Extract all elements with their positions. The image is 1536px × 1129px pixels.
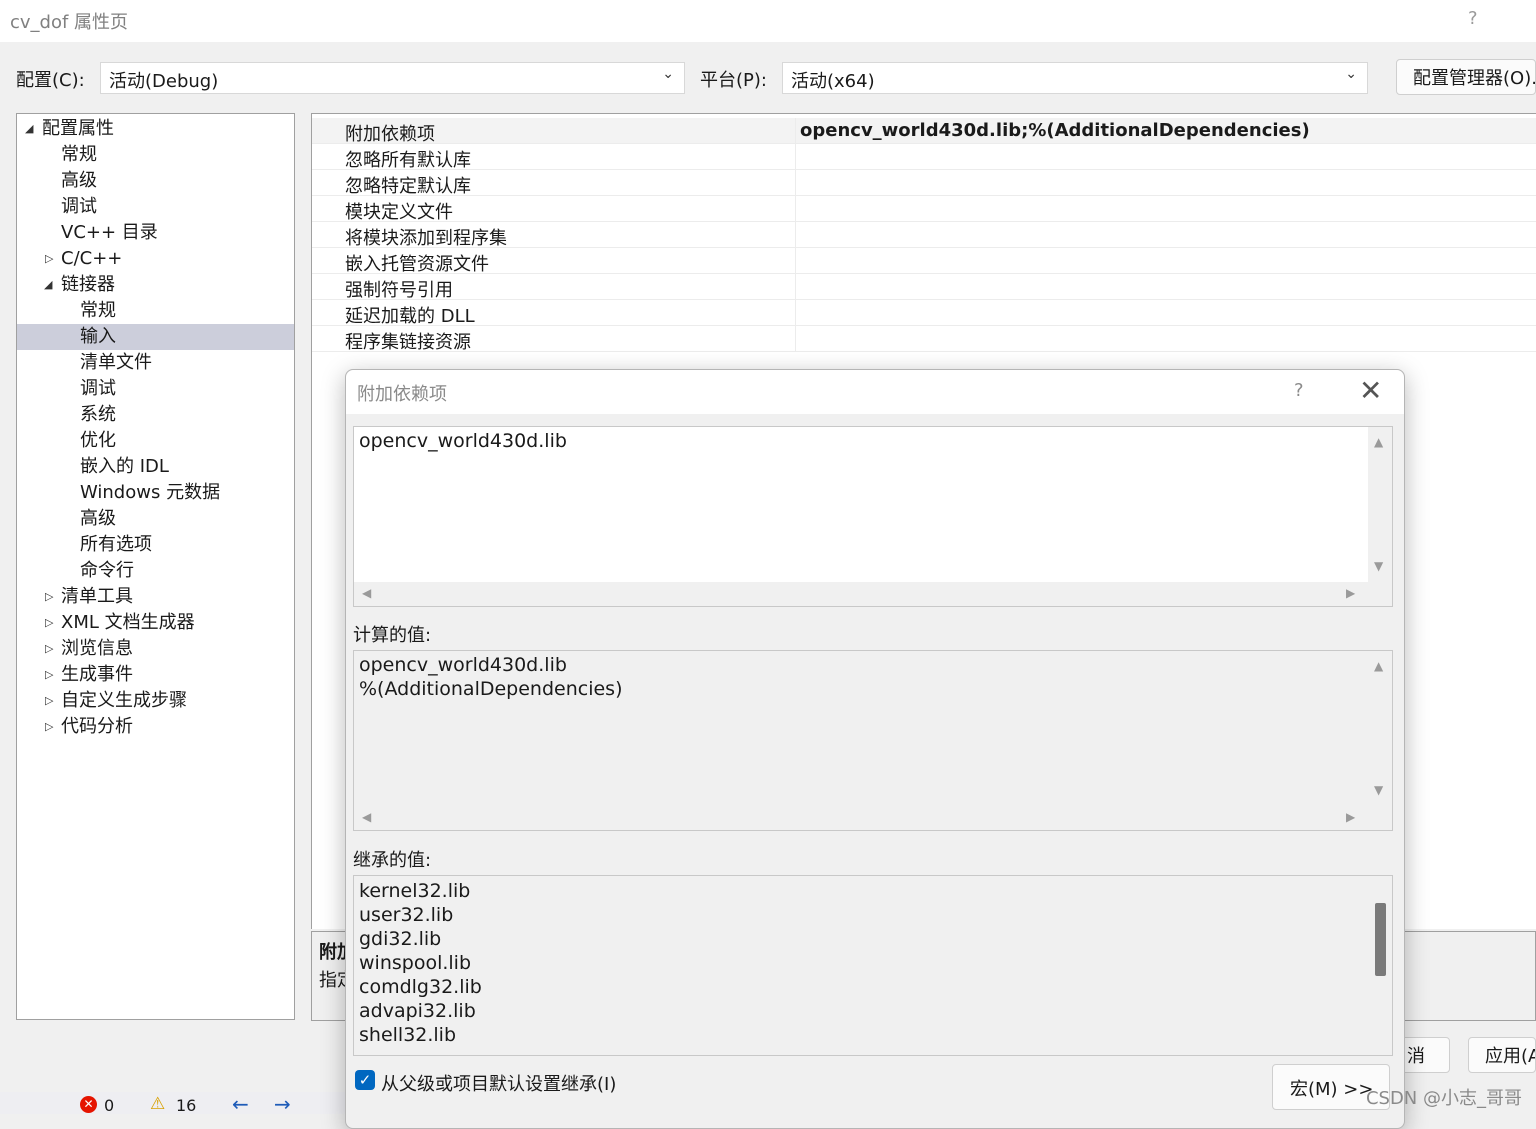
tree-item-linker-command-line[interactable]: 命令行 [17, 558, 294, 584]
config-value: 活动(Debug) [109, 71, 219, 92]
collapsed-arrow-icon[interactable]: ▷ [45, 662, 53, 688]
scroll-up-icon[interactable]: ▲ [1374, 659, 1383, 673]
inherit-checkbox-label[interactable]: 从父级或项目默认设置继承(I) [381, 1070, 616, 1096]
tree-item-xml-doc-generator[interactable]: ▷ XML 文档生成器 [17, 610, 294, 636]
tree-item-linker-general[interactable]: 常规 [17, 298, 294, 324]
scroll-right-icon[interactable]: ▶ [1346, 586, 1355, 600]
inherited-text: kernel32.lib user32.lib gdi32.lib winspo… [359, 880, 482, 1046]
vertical-scrollbar[interactable]: ▲ ▼ [1368, 651, 1392, 806]
tree-item-linker-embedded-idl[interactable]: 嵌入的 IDL [17, 454, 294, 480]
scroll-right-icon[interactable]: ▶ [1346, 810, 1355, 824]
inherited-values-box: kernel32.lib user32.lib gdi32.lib winspo… [353, 875, 1393, 1056]
tree-item-linker-optimization[interactable]: 优化 [17, 428, 294, 454]
help-icon[interactable]: ? [1468, 8, 1478, 29]
computed-values-label: 计算的值: [353, 625, 432, 646]
collapsed-arrow-icon[interactable]: ▷ [45, 610, 53, 636]
scroll-down-icon[interactable]: ▼ [1374, 783, 1383, 797]
tree-item-manifest-tool[interactable]: ▷ 清单工具 [17, 584, 294, 610]
collapsed-arrow-icon[interactable]: ▷ [45, 584, 53, 610]
scroll-left-icon[interactable]: ◀ [362, 810, 371, 824]
property-row[interactable]: 将模块添加到程序集 [312, 222, 1536, 249]
tree-item-linker-manifest[interactable]: 清单文件 [17, 350, 294, 376]
tree-item-general[interactable]: 常规 [17, 142, 294, 168]
help-icon[interactable]: ? [1294, 380, 1304, 401]
dialog-title: 附加依赖项 [357, 384, 447, 405]
chevron-down-icon: ⌄ [1345, 66, 1357, 82]
config-label: 配置(C): [16, 70, 85, 91]
expanded-arrow-icon[interactable]: ◢ [44, 272, 52, 298]
scroll-down-icon[interactable]: ▼ [1374, 559, 1383, 573]
collapsed-arrow-icon[interactable]: ▷ [45, 246, 53, 272]
apply-button[interactable]: 应用(A [1468, 1037, 1536, 1073]
tree-item-config-properties[interactable]: ◢ 配置属性 [17, 116, 294, 142]
property-row[interactable]: 忽略所有默认库 [312, 144, 1536, 171]
horizontal-scrollbar[interactable]: ◀ ▶ [354, 806, 1392, 830]
edit-text[interactable]: opencv_world430d.lib [359, 429, 567, 453]
tree-item-build-events[interactable]: ▷ 生成事件 [17, 662, 294, 688]
tree-item-debugging[interactable]: 调试 [17, 194, 294, 220]
property-row[interactable]: 附加依赖项 opencv_world430d.lib;%(AdditionalD… [312, 118, 1536, 145]
tree-item-code-analysis[interactable]: ▷ 代码分析 [17, 714, 294, 740]
tree-item-linker-system[interactable]: 系统 [17, 402, 294, 428]
scroll-left-icon[interactable]: ◀ [362, 586, 371, 600]
additional-dependencies-dialog: 附加依赖项 ? ✕ opencv_world430d.lib ▲ ▼ ◀ ▶ 计… [345, 369, 1405, 1129]
status-bar: ✕ 0 ⚠ 16 ← → [0, 1092, 346, 1116]
tree-item-linker-input[interactable]: 输入 [17, 324, 294, 350]
tree-item-linker[interactable]: ◢ 链接器 [17, 272, 294, 298]
error-count[interactable]: 0 [104, 1096, 114, 1115]
tree-item-c-cpp[interactable]: ▷ C/C++ [17, 246, 294, 272]
platform-dropdown[interactable]: 活动(x64) ⌄ [782, 62, 1368, 94]
collapsed-arrow-icon[interactable]: ▷ [45, 688, 53, 714]
horizontal-scrollbar[interactable]: ◀ ▶ [354, 582, 1392, 606]
property-tree[interactable]: ◢ 配置属性 常规 高级 调试 VC++ 目录 ▷ C/C++ ◢ 链接器 常规… [16, 113, 295, 1020]
platform-label: 平台(P): [700, 70, 767, 91]
tree-item-advanced[interactable]: 高级 [17, 168, 294, 194]
dialog-title-bar: 附加依赖项 ? ✕ [346, 370, 1404, 414]
tree-item-linker-all-options[interactable]: 所有选项 [17, 532, 294, 558]
tree-item-browse-info[interactable]: ▷ 浏览信息 [17, 636, 294, 662]
watermark: CSDN @小志_哥哥 [1365, 1088, 1522, 1109]
dependencies-edit-box[interactable]: opencv_world430d.lib ▲ ▼ ◀ ▶ [353, 426, 1393, 607]
warning-icon: ⚠ [150, 1094, 166, 1114]
property-row[interactable]: 嵌入托管资源文件 [312, 248, 1536, 275]
back-arrow-icon[interactable]: ← [232, 1092, 249, 1116]
warning-count[interactable]: 16 [176, 1096, 196, 1115]
tree-item-linker-windows-metadata[interactable]: Windows 元数据 [17, 480, 294, 506]
config-dropdown[interactable]: 活动(Debug) ⌄ [100, 62, 685, 94]
property-row[interactable]: 程序集链接资源 [312, 326, 1536, 353]
collapsed-arrow-icon[interactable]: ▷ [45, 714, 53, 740]
tree-item-custom-build-step[interactable]: ▷ 自定义生成步骤 [17, 688, 294, 714]
inherit-checkbox[interactable]: ✓ [355, 1070, 375, 1090]
forward-arrow-icon[interactable]: → [274, 1092, 291, 1116]
property-row[interactable]: 忽略特定默认库 [312, 170, 1536, 197]
tree-item-linker-debugging[interactable]: 调试 [17, 376, 294, 402]
collapsed-arrow-icon[interactable]: ▷ [45, 636, 53, 662]
property-row[interactable]: 强制符号引用 [312, 274, 1536, 301]
platform-value: 活动(x64) [791, 71, 875, 92]
scroll-up-icon[interactable]: ▲ [1374, 435, 1383, 449]
tree-item-linker-advanced[interactable]: 高级 [17, 506, 294, 532]
expanded-arrow-icon[interactable]: ◢ [25, 116, 33, 142]
chevron-down-icon: ⌄ [662, 66, 674, 82]
computed-text: opencv_world430d.lib %(AdditionalDepende… [359, 654, 623, 700]
config-manager-button[interactable]: 配置管理器(O)... [1396, 59, 1536, 95]
window-title: cv_dof 属性页 [10, 12, 129, 33]
scrollbar-thumb[interactable] [1375, 903, 1386, 976]
vertical-scrollbar[interactable]: ▲ ▼ [1368, 427, 1392, 582]
property-row[interactable]: 模块定义文件 [312, 196, 1536, 223]
inherited-values-label: 继承的值: [353, 850, 432, 871]
error-icon: ✕ [80, 1096, 97, 1113]
tree-item-vc-directories[interactable]: VC++ 目录 [17, 220, 294, 246]
close-icon[interactable]: ✕ [1359, 374, 1382, 407]
window-title-bar: cv_dof 属性页 ? [0, 0, 1536, 42]
property-row[interactable]: 延迟加载的 DLL [312, 300, 1536, 327]
computed-values-box: opencv_world430d.lib %(AdditionalDepende… [353, 650, 1393, 831]
vertical-scrollbar[interactable] [1368, 876, 1392, 1055]
